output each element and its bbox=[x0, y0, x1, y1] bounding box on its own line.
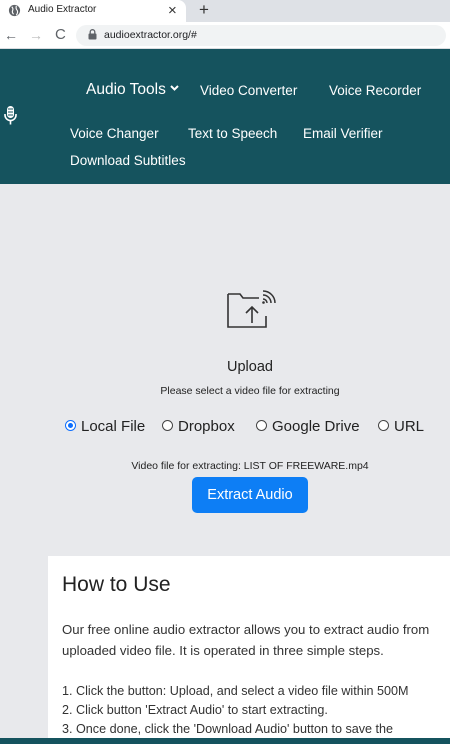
radio-dropbox[interactable]: Dropbox bbox=[162, 418, 235, 435]
radio-button[interactable] bbox=[256, 420, 267, 431]
nav-text-to-speech[interactable]: Text to Speech bbox=[188, 126, 277, 141]
radio-button-selected[interactable] bbox=[65, 420, 76, 431]
radio-button[interactable] bbox=[378, 420, 389, 431]
how-to-use-description: Our free online audio extractor allows y… bbox=[62, 622, 430, 658]
how-to-use-card: How to Use Our free online audio extract… bbox=[48, 556, 450, 744]
nav-download-subtitles[interactable]: Download Subtitles bbox=[70, 153, 186, 168]
step-item: 3. Once done, click the 'Download Audio'… bbox=[62, 722, 394, 736]
upload-title: Upload bbox=[227, 359, 273, 375]
extract-audio-button[interactable]: Extract Audio bbox=[192, 477, 308, 513]
upload-file-icon[interactable] bbox=[226, 290, 276, 330]
radio-label: Google Drive bbox=[272, 418, 360, 435]
how-to-use-heading: How to Use bbox=[62, 573, 171, 596]
nav-email-verifier[interactable]: Email Verifier bbox=[303, 126, 383, 141]
url-text: audioextractor.org/# bbox=[104, 29, 197, 41]
new-tab-button[interactable]: + bbox=[199, 0, 209, 20]
radio-button[interactable] bbox=[162, 420, 173, 431]
tab-close-button[interactable]: × bbox=[168, 2, 177, 19]
nav-audio-tools-label: Audio Tools bbox=[86, 81, 166, 98]
chevron-down-icon bbox=[170, 85, 179, 91]
browser-tab-strip: Audio Extractor × + bbox=[0, 0, 450, 22]
reload-button[interactable]: C bbox=[55, 26, 66, 44]
upload-subtitle: Please select a video file for extractin… bbox=[160, 385, 340, 397]
browser-tab[interactable]: Audio Extractor × bbox=[0, 0, 186, 22]
tab-title: Audio Extractor bbox=[28, 4, 97, 15]
selected-file-text: Video file for extracting: LIST OF FREEW… bbox=[131, 460, 369, 472]
nav-voice-recorder[interactable]: Voice Recorder bbox=[329, 83, 421, 98]
step-item: 1. Click the button: Upload, and select … bbox=[62, 684, 409, 698]
radio-label: Dropbox bbox=[178, 418, 235, 435]
microphone-icon[interactable] bbox=[2, 105, 18, 127]
address-bar[interactable]: audioextractor.org/# bbox=[76, 25, 446, 46]
footer-strip bbox=[0, 738, 450, 744]
nav-voice-changer[interactable]: Voice Changer bbox=[70, 126, 159, 141]
lock-icon bbox=[88, 29, 97, 40]
source-radio-group: Local File Dropbox Google Drive URL bbox=[0, 418, 450, 438]
nav-audio-tools[interactable]: Audio Tools bbox=[86, 81, 179, 99]
how-to-steps: 1. Click the button: Upload, and select … bbox=[62, 682, 450, 739]
browser-toolbar: ← → C audioextractor.org/# bbox=[0, 22, 450, 49]
radio-url[interactable]: URL bbox=[378, 418, 424, 435]
back-button[interactable]: ← bbox=[4, 26, 18, 44]
radio-google-drive[interactable]: Google Drive bbox=[256, 418, 360, 435]
nav-video-converter[interactable]: Video Converter bbox=[200, 83, 297, 98]
site-header: Audio Tools Video Converter Voice Record… bbox=[0, 49, 450, 184]
radio-label: Local File bbox=[81, 418, 146, 435]
radio-label: URL bbox=[394, 418, 425, 435]
radio-local-file[interactable]: Local File bbox=[65, 418, 145, 435]
globe-icon bbox=[8, 4, 21, 17]
forward-button[interactable]: → bbox=[29, 26, 43, 44]
step-item: 2. Click button 'Extract Audio' to start… bbox=[62, 703, 328, 717]
